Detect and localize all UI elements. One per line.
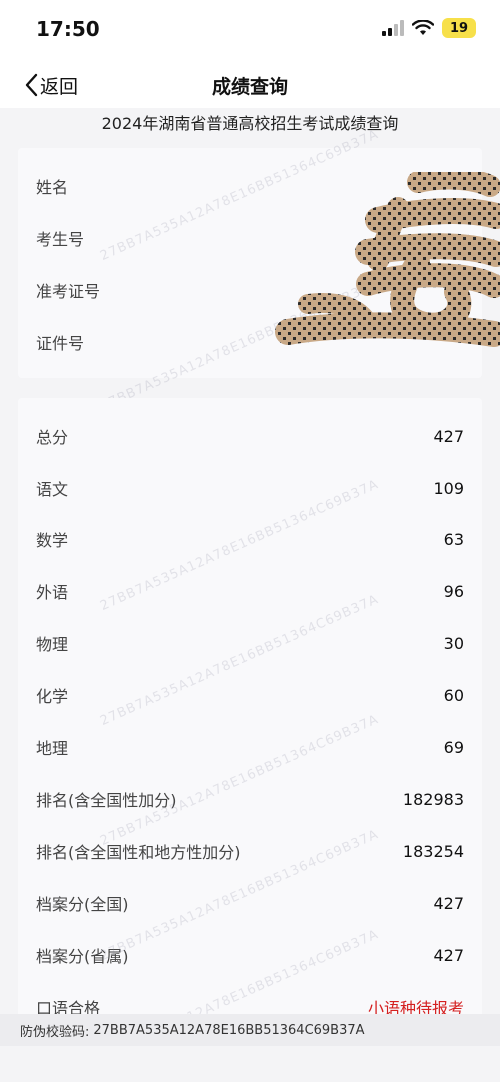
score-label: 排名(含全国性和地方性加分) [36, 843, 241, 862]
cellular-signal-icon [382, 20, 404, 36]
score-label: 档案分(省属) [36, 947, 129, 966]
score-label: 总分 [36, 428, 69, 447]
verification-code: 27BB7A535A12A78E16BB51364C69B37A [93, 1022, 365, 1038]
info-label: 考生号 [36, 230, 85, 249]
anti-counterfeit-footer: 防伪校验码: 27BB7A535A12A78E16BB51364C69B37A [0, 1014, 500, 1046]
status-icons: 19 [382, 18, 476, 38]
score-value: 427 [433, 945, 464, 965]
info-label: 姓名 [36, 178, 69, 197]
score-label: 物理 [36, 635, 69, 654]
back-label: 返回 [40, 75, 79, 98]
score-label: 地理 [36, 739, 69, 758]
score-value: 109 [433, 478, 464, 498]
chevron-left-icon [25, 73, 38, 97]
score-row-physics: 物理 30 [36, 628, 464, 658]
footer-label: 防伪校验码: [20, 1024, 90, 1040]
score-row-foreign-language: 外语 96 [36, 576, 464, 606]
score-label: 语文 [36, 480, 69, 499]
score-value: 30 [443, 633, 464, 653]
status-bar: 17:50 19 [0, 0, 500, 62]
score-row-rank-national-local: 排名(含全国性和地方性加分) 183254 [36, 836, 464, 866]
back-button[interactable]: 返回 [24, 70, 78, 100]
score-label: 数学 [36, 531, 69, 550]
score-row-geography: 地理 69 [36, 732, 464, 762]
scores-card: 总分 427 语文 109 数学 63 外语 96 物理 30 化学 60 地理… [18, 398, 482, 1018]
score-value: 63 [443, 529, 464, 549]
score-row-total: 总分 427 [36, 421, 464, 451]
bottom-strip [0, 1046, 500, 1082]
score-value: 96 [443, 581, 464, 601]
score-label: 档案分(全国) [36, 895, 129, 914]
wifi-icon [412, 20, 434, 35]
score-row-file-score-provincial: 档案分(省属) 427 [36, 940, 464, 970]
page-subtitle: 2024年湖南省普通高校招生考试成绩查询 [101, 114, 399, 133]
score-row-chemistry: 化学 60 [36, 680, 464, 710]
info-label: 准考证号 [36, 282, 101, 301]
score-row-rank-national: 排名(含全国性加分) 182983 [36, 784, 464, 814]
score-value: 427 [433, 426, 464, 446]
score-value: 182983 [402, 789, 464, 809]
redaction-overlay [275, 172, 500, 347]
score-value: 60 [443, 685, 464, 705]
nav-bar: 成绩查询 返回 [0, 62, 500, 108]
score-row-math: 数学 63 [36, 524, 464, 554]
battery-level: 19 [449, 20, 469, 36]
score-row-chinese: 语文 109 [36, 473, 464, 503]
score-value: 183254 [402, 841, 464, 861]
status-time: 17:50 [36, 17, 100, 41]
score-label: 化学 [36, 687, 69, 706]
info-label: 证件号 [36, 334, 85, 353]
score-value: 427 [433, 893, 464, 913]
score-label: 排名(含全国性加分) [36, 791, 177, 810]
score-row-file-score-national: 档案分(全国) 427 [36, 888, 464, 918]
score-label: 外语 [36, 583, 69, 602]
score-value: 69 [443, 737, 464, 757]
battery-icon: 19 [442, 18, 476, 38]
